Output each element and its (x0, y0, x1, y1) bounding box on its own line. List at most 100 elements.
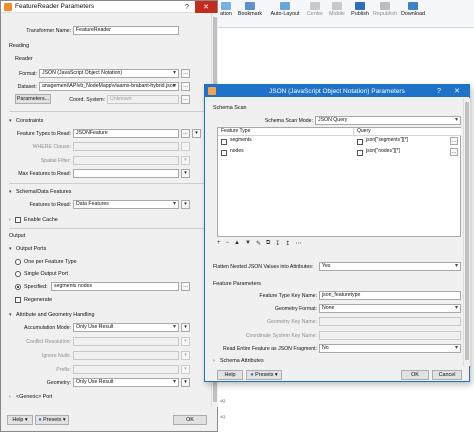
jp-scrollbar[interactable] (463, 98, 470, 366)
transformer-name-label: Transformer Name: (26, 28, 71, 34)
attr-handling-collapse-icon[interactable]: ▾ (9, 312, 12, 318)
spatial-filter-input[interactable] (73, 156, 179, 165)
grid-cell-query[interactable]: json["nodes"][*] (366, 147, 400, 156)
toolbar-item-republish[interactable]: Republish (371, 0, 399, 17)
export-icon[interactable]: ↥ (285, 240, 290, 249)
help-icon[interactable]: ? (179, 1, 195, 13)
flatten-select[interactable]: Yes (319, 262, 461, 271)
ignore-nulls-select[interactable] (73, 351, 179, 360)
jp-scrollbar-thumb[interactable] (465, 102, 469, 360)
dataset-browse-button[interactable]: … (181, 82, 190, 91)
spatial-filter-label: Spatial Filter: (40, 158, 71, 164)
toolbar-item-bookmark[interactable]: Bookmark (235, 0, 265, 17)
geometry-menu-button[interactable]: ▾ (181, 378, 190, 387)
schema-attrs-expand-icon[interactable]: › (213, 358, 215, 364)
one-per-type-radio[interactable] (15, 259, 21, 265)
prefix-menu-button[interactable]: ▾ (181, 365, 190, 374)
enable-cache-checkbox[interactable] (15, 217, 21, 223)
toolbar-item-publish[interactable]: Publish (349, 0, 371, 17)
ignore-nulls-menu-button[interactable]: ▾ (181, 351, 190, 360)
jp-help-button[interactable]: Help (217, 370, 243, 380)
specified-radio[interactable] (15, 284, 21, 290)
enable-cache-expand-icon[interactable]: › (9, 217, 11, 223)
format-more-button[interactable]: … (181, 69, 190, 78)
features-to-read-menu-button[interactable]: ▾ (181, 200, 190, 209)
coord-system-button[interactable]: … (181, 95, 190, 104)
middle-icon (332, 2, 342, 10)
add-row-icon[interactable]: + (217, 240, 221, 249)
one-per-type-label: One per Feature Type (24, 259, 77, 265)
generic-port-expand-icon[interactable]: › (9, 394, 11, 400)
max-features-input[interactable] (73, 169, 179, 178)
duplicate-icon[interactable]: ⧉ (266, 240, 270, 249)
ftype-key-input[interactable]: json_featuretype (319, 291, 461, 300)
coord-system-input[interactable]: Unknown (107, 95, 179, 104)
regenerate-checkbox[interactable] (15, 297, 21, 303)
publish-icon (355, 2, 365, 10)
conflict-resolution-menu-button[interactable]: ▾ (181, 337, 190, 346)
geometry-format-select[interactable]: None (319, 304, 461, 313)
conflict-resolution-select[interactable] (73, 337, 179, 346)
where-clause-input[interactable] (73, 142, 179, 151)
fr-ok-button[interactable]: OK (173, 415, 207, 425)
edit-icon[interactable]: ✎ (256, 240, 261, 249)
transformer-name-input[interactable]: FeatureReader (73, 26, 179, 35)
geometry-key-input[interactable] (319, 317, 461, 326)
row-checkbox[interactable] (221, 139, 227, 145)
feature-types-menu-button[interactable]: ▾ (192, 129, 201, 138)
geometry-select[interactable]: Only Use Result (73, 378, 179, 387)
fr-help-button[interactable]: Help ▾ (7, 415, 33, 425)
row-checkbox[interactable] (357, 139, 363, 145)
format-select[interactable]: JSON (JavaScript Object Notation) (39, 69, 179, 78)
specified-button[interactable]: … (181, 282, 190, 291)
enable-cache-label: Enable Cache (24, 217, 58, 223)
row-checkbox[interactable] (221, 150, 227, 156)
prefix-input[interactable] (73, 365, 179, 374)
toolbar-item-middle[interactable]: Middle (326, 0, 348, 17)
coord-key-input[interactable] (319, 331, 461, 340)
toolbar-item-navigation[interactable]: ation (218, 0, 234, 17)
move-down-icon[interactable]: ▼ (245, 240, 251, 249)
move-up-icon[interactable]: ▲ (234, 240, 240, 249)
import-icon[interactable]: ↧ (275, 240, 280, 249)
feature-types-button[interactable]: … (181, 129, 190, 138)
toolbar-item-center[interactable]: Center (304, 0, 326, 17)
single-port-label: Single Output Port (24, 271, 69, 277)
dataset-input[interactable]: anagement\APIvb_NodeMapp\vlaams-brabant-… (39, 82, 179, 91)
help-icon[interactable]: ? (431, 85, 447, 97)
where-clause-button[interactable]: … (181, 142, 190, 151)
jp-presets-button[interactable]: ● Presets ▾ (246, 370, 282, 380)
accumulation-mode-select[interactable]: Only Use Result (73, 323, 179, 332)
feature-types-input[interactable]: JSONFeature (73, 129, 179, 138)
toolbar-item-auto-layout[interactable]: Auto-Layout (266, 0, 304, 17)
specified-input[interactable]: segments nodes (51, 282, 179, 291)
grid-cell-feature-type[interactable]: segments (230, 136, 252, 145)
close-icon[interactable]: ✕ (447, 85, 467, 97)
spatial-filter-button[interactable]: ▾ (181, 156, 190, 165)
max-features-menu-button[interactable]: ▾ (181, 169, 190, 178)
more-icon[interactable]: ⋯ (295, 240, 301, 249)
query-edit-button[interactable]: … (450, 148, 458, 156)
features-to-read-select[interactable]: Data Features (73, 200, 179, 209)
output-heading: Output (9, 233, 26, 239)
schema-scan-mode-select[interactable]: JSON Query (315, 116, 461, 125)
jp-cancel-button[interactable]: Cancel (432, 370, 462, 380)
read-entire-select[interactable]: No (319, 344, 461, 353)
constraints-collapse-icon[interactable]: ▾ (9, 118, 12, 124)
output-ports-collapse-icon[interactable]: ▾ (9, 246, 12, 252)
query-edit-button[interactable]: … (450, 137, 458, 145)
accumulation-mode-menu-button[interactable]: ▾ (181, 323, 190, 332)
republish-icon (380, 2, 390, 10)
grid-cell-query[interactable]: json["segments"][*] (366, 136, 408, 145)
grid-cell-feature-type[interactable]: nodes (230, 147, 244, 156)
close-icon[interactable]: ✕ (195, 1, 217, 13)
toolbar-item-download[interactable]: Download (399, 0, 427, 17)
fr-presets-button[interactable]: ● Presets ▾ (35, 415, 69, 425)
parameters-button[interactable]: Parameters... (15, 94, 51, 104)
feature-types-label: Feature Types to Read: (16, 131, 71, 137)
remove-row-icon[interactable]: − (226, 240, 230, 249)
jp-ok-button[interactable]: OK (401, 370, 429, 380)
row-checkbox[interactable] (357, 150, 363, 156)
schema-collapse-icon[interactable]: ▾ (9, 189, 12, 195)
single-port-radio[interactable] (15, 271, 21, 277)
